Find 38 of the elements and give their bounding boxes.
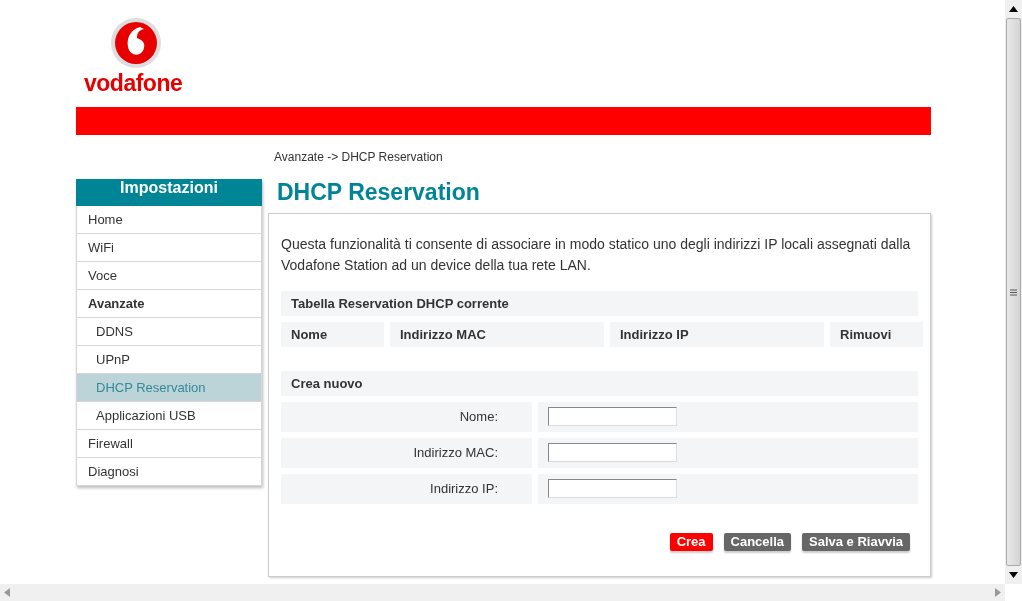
sidebar-item[interactable]: Avanzate <box>76 290 262 318</box>
description-text: Questa funzionalità ti consente di associare in modo statico uno degli indirizzi IP locali assegnati dalla Vodafone Station ad un device della tua rete LAN. <box>281 234 912 275</box>
logo-text: vodafone <box>84 72 184 95</box>
vertical-scrollbar[interactable] <box>1005 0 1022 584</box>
breadcrumb: Avanzate -> DHCP Reservation <box>274 150 443 164</box>
scroll-down-icon[interactable] <box>1009 572 1018 578</box>
sidebar-title: Impostazioni <box>76 179 262 206</box>
scroll-up-icon[interactable] <box>1009 6 1018 12</box>
column-header: Nome <box>281 321 384 347</box>
logo-icon <box>110 17 162 69</box>
column-header: Rimuovi <box>830 321 923 347</box>
sidebar-item[interactable]: DDNS <box>76 318 262 346</box>
table-title: Tabella Reservation DHCP corrente <box>281 290 918 316</box>
scroll-left-icon[interactable] <box>4 588 10 597</box>
sidebar-item[interactable]: Voce <box>76 262 262 290</box>
page-title: DHCP Reservation <box>277 179 481 207</box>
field-label: Nome: <box>281 401 532 432</box>
field-label: Indirizzo MAC: <box>281 437 532 468</box>
input-field[interactable] <box>548 479 677 499</box>
action-button[interactable]: Crea <box>669 532 713 551</box>
sidebar-item[interactable]: Diagnosi <box>76 458 262 486</box>
field-label: Indirizzo IP: <box>281 473 532 504</box>
section-title: Crea nuovo <box>281 370 918 396</box>
horizontal-scrollbar[interactable] <box>0 584 1005 601</box>
sidebar-item[interactable]: WiFi <box>76 234 262 262</box>
input-field[interactable] <box>548 443 677 463</box>
column-header: Indirizzo IP <box>610 321 824 347</box>
sidebar-item[interactable]: Firewall <box>76 430 262 458</box>
sidebar-item[interactable]: UPnP <box>76 346 262 374</box>
scroll-thumb[interactable] <box>1006 18 1021 566</box>
grip-icon <box>1010 288 1017 296</box>
column-header: Indirizzo MAC <box>390 321 604 347</box>
scroll-right-icon[interactable] <box>995 588 1001 597</box>
action-button[interactable]: Cancella <box>723 532 792 551</box>
action-button[interactable]: Salva e Riavvia <box>802 532 910 551</box>
input-field[interactable] <box>548 407 677 427</box>
sidebar-item[interactable]: Applicazioni USB <box>76 402 262 430</box>
sidebar-item[interactable]: Home <box>76 206 262 234</box>
